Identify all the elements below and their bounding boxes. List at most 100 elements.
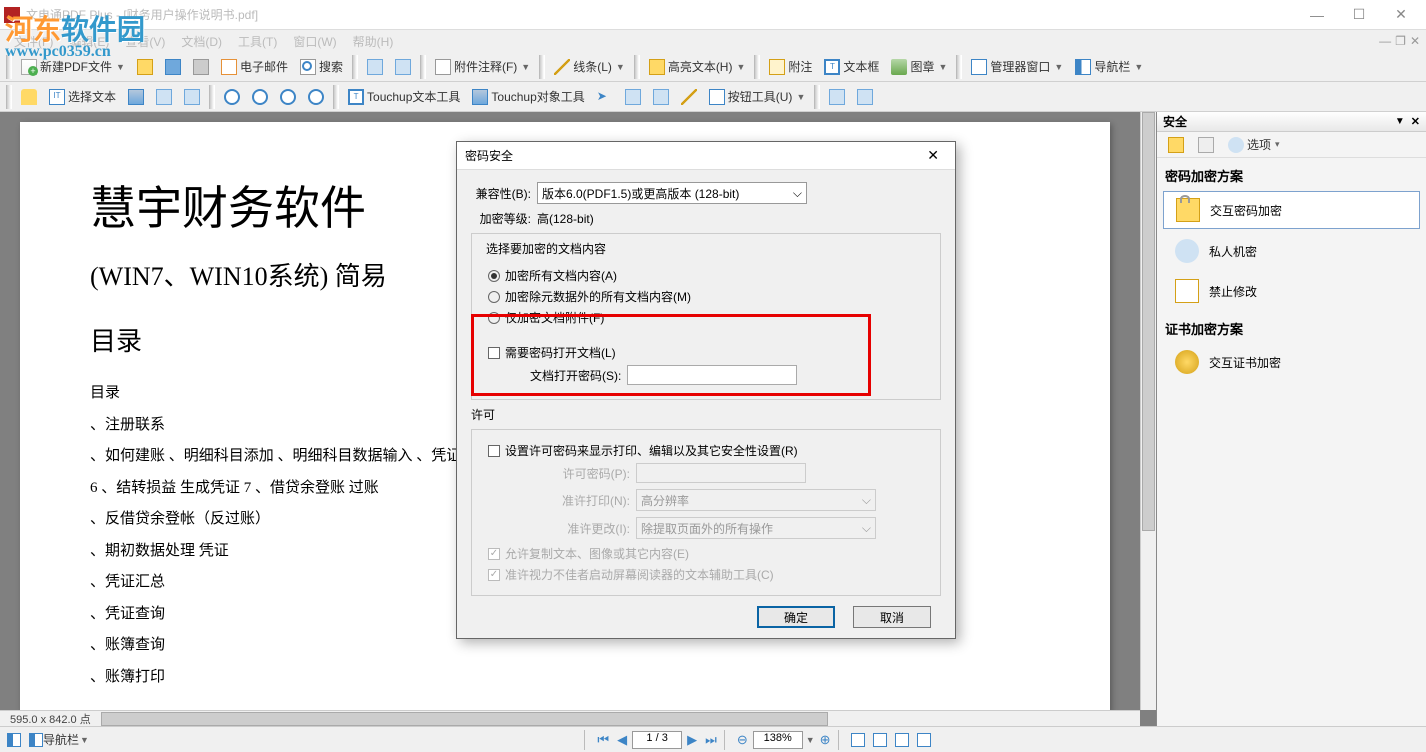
email-button[interactable]: 电子邮件 [216,55,293,79]
line-button[interactable]: 线条(L)▼ [549,55,630,79]
touchup-object-button[interactable]: Touchup对象工具 [467,85,589,109]
radio-icon [488,291,500,303]
last-page-button[interactable]: ⏭ [702,732,720,748]
zoom-in-button[interactable] [219,85,245,109]
select-text-button[interactable]: IT选择文本 [44,85,121,109]
panel-dropdown[interactable]: ▼ [1395,116,1405,127]
tool-b-button[interactable] [179,85,205,109]
undo-button[interactable] [362,55,388,79]
menu-view[interactable]: 查看(V) [117,31,173,52]
prev-page-button[interactable]: ◀ [614,732,630,748]
ok-button[interactable]: 确定 [757,606,835,628]
zoom-dropdown[interactable]: ▼ [806,735,815,745]
next-page-button[interactable]: ▶ [684,732,700,748]
scheme-label: 交互证书加密 [1209,354,1281,371]
search-button[interactable]: 搜索 [295,55,348,79]
open-button[interactable] [132,55,158,79]
scheme-label: 私人机密 [1209,243,1257,260]
menu-tools[interactable]: 工具(T) [230,31,285,52]
security-panel: 安全 ▼ ✕ 选项▾ 密码加密方案 交互密码加密 私人机密 禁止修改 证书加密方… [1156,112,1426,726]
tool-a-button[interactable] [151,85,177,109]
print-button[interactable] [188,55,214,79]
radio-encrypt-attach-only[interactable]: 仅加密文档附件(F) [488,309,930,326]
checkbox-open-password[interactable]: 需要密码打开文档(L) [488,344,930,361]
checkbox-icon [488,347,500,359]
maximize-button[interactable]: ☐ [1338,1,1380,29]
zoom-marquee-button[interactable] [275,85,301,109]
save-button[interactable] [160,55,186,79]
extra-tool-2[interactable] [852,85,878,109]
stamp-button[interactable]: 图章▼ [886,55,952,79]
mdi-close[interactable]: ✕ [1410,34,1420,48]
layout-facing[interactable] [892,730,912,750]
manager-window-button[interactable]: 管理器窗口▼ [966,55,1068,79]
mdi-restore[interactable]: ❐ [1395,34,1406,48]
scheme-interactive-cert[interactable]: 交互证书加密 [1163,344,1420,380]
layout-continuous[interactable] [870,730,890,750]
new-pdf-button[interactable]: 新建PDF文件▼ [16,55,130,79]
minimize-button[interactable]: — [1296,1,1338,29]
arrow-cursor-button[interactable]: ➤ [592,85,618,109]
compat-select[interactable]: 版本6.0(PDF1.5)或更高版本 (128-bit)⌵ [537,182,807,204]
layout-single[interactable] [848,730,868,750]
menu-window[interactable]: 窗口(W) [285,31,344,52]
edit-tool-button[interactable] [676,85,702,109]
compat-label: 兼容性(B): [471,185,531,202]
perm-password-input [636,463,806,483]
title-bar: 文电通PDF Plus - [财务用户操作说明书.pdf] — ☐ ✕ [0,0,1426,30]
menu-file[interactable]: 文件(F) [6,31,61,52]
link-tool-button[interactable] [620,85,646,109]
zoom-dynamic-button[interactable] [303,85,329,109]
note-button[interactable]: 附注 [764,55,817,79]
open-password-input[interactable] [627,365,797,385]
panel-options-button[interactable]: 选项▾ [1223,133,1285,157]
layout-continuous-facing[interactable] [914,730,934,750]
highlight-button[interactable]: 高亮文本(H)▼ [644,55,751,79]
radio-encrypt-except-meta[interactable]: 加密除元数据外的所有文档内容(M) [488,288,930,305]
close-button[interactable]: ✕ [1380,1,1422,29]
encrypt-section-legend: 选择要加密的文档内容 [482,240,610,257]
zoom-out-button[interactable] [247,85,273,109]
perm-password-label: 许可密码(P): [542,465,630,482]
menu-document[interactable]: 文档(D) [173,31,230,52]
scheme-interactive-password[interactable]: 交互密码加密 [1163,191,1420,229]
hand-tool-button[interactable] [16,85,42,109]
allow-print-label: 准许打印(N): [542,492,630,509]
cancel-button[interactable]: 取消 [853,606,931,628]
zoom-input[interactable]: 138% [753,731,803,749]
checkbox-permission-password[interactable]: 设置许可密码来显示打印、编辑以及其它安全性设置(R) [488,442,930,459]
snapshot-button[interactable] [123,85,149,109]
panel-close[interactable]: ✕ [1411,115,1420,128]
scheme-no-edit[interactable]: 禁止修改 [1163,273,1420,309]
panel-delete-button[interactable] [1193,133,1219,157]
noedit-icon [1175,279,1199,303]
radio-encrypt-all[interactable]: 加密所有文档内容(A) [488,267,930,284]
redo-button[interactable] [390,55,416,79]
chevron-down-icon: ⌵ [862,493,871,508]
mdi-minimize[interactable]: — [1379,34,1391,48]
menu-help[interactable]: 帮助(H) [345,31,402,52]
extra-tool-1[interactable] [824,85,850,109]
button-tool-button[interactable]: 按钮工具(U)▼ [704,85,811,109]
horizontal-scrollbar[interactable] [101,712,1140,726]
chevron-down-icon: ⌵ [862,521,871,536]
first-page-button[interactable]: ⏮ [594,732,612,748]
panel-header: 安全 ▼ ✕ [1157,112,1426,132]
zoom-out-sb[interactable]: ⊖ [734,732,751,748]
vertical-scrollbar[interactable] [1140,112,1156,710]
crop-tool-button[interactable] [648,85,674,109]
panel-add-button[interactable] [1163,133,1189,157]
textbox-button[interactable]: T文本框 [819,55,884,79]
sb-panel-toggle[interactable] [4,730,24,750]
zoom-in-sb[interactable]: ⊕ [817,732,834,748]
menu-edit[interactable]: 编辑(E) [61,31,117,52]
page-number-input[interactable]: 1 / 3 [632,731,682,749]
page-coords: 595.0 x 842.0 点 [0,711,101,727]
touchup-text-button[interactable]: TTouchup文本工具 [343,85,465,109]
sb-navbar-button[interactable]: 导航栏▼ [26,730,92,750]
scheme-private[interactable]: 私人机密 [1163,233,1420,269]
attach-comment-button[interactable]: 附件注释(F)▼ [430,55,535,79]
dialog-close-button[interactable]: ✕ [919,147,947,164]
dialog-titlebar: 密码安全 ✕ [457,142,955,170]
navbar-button[interactable]: 导航栏▼ [1070,55,1148,79]
